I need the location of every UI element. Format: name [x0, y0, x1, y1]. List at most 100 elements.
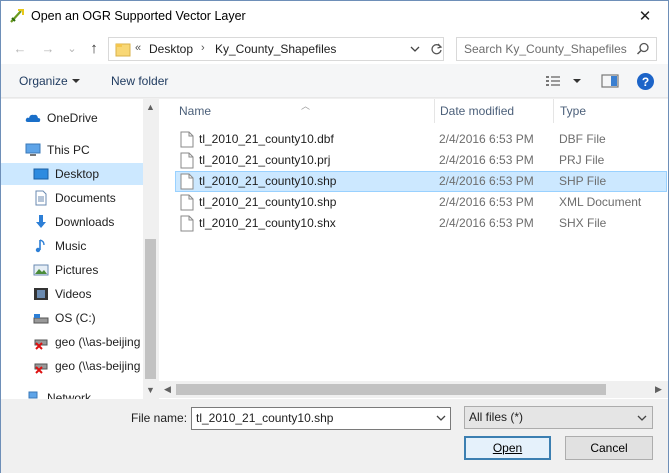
sidebar-item-network[interactable]: Network: [1, 387, 143, 399]
breadcrumb-separator-icon: ›: [201, 42, 205, 54]
chevron-down-icon: [637, 415, 647, 421]
search-icon[interactable]: [636, 42, 650, 56]
file-type: PRJ File: [559, 153, 605, 167]
help-icon[interactable]: ?: [637, 73, 654, 90]
file-name-label: File name:: [131, 411, 188, 425]
forward-button[interactable]: →: [39, 40, 57, 56]
sidebar-item-desktop[interactable]: Desktop: [1, 163, 143, 185]
sidebar-item-label: Pictures: [55, 263, 99, 277]
desktop-icon: [33, 168, 49, 180]
sidebar-scroll-thumb[interactable]: [145, 239, 156, 379]
pictures-icon: [33, 264, 49, 276]
sidebar-item-label: This PC: [47, 143, 90, 157]
scroll-down-icon[interactable]: ▼: [143, 382, 158, 397]
computer-icon: [25, 143, 41, 156]
window-title: Open an OGR Supported Vector Layer: [31, 9, 246, 23]
sidebar-item-network-drive-2[interactable]: geo (\\as-beijing: [1, 355, 143, 377]
sidebar-item-os-drive[interactable]: OS (C:): [1, 307, 143, 329]
cancel-button[interactable]: Cancel: [565, 436, 653, 460]
file-date: 2/4/2016 6:53 PM: [439, 216, 534, 230]
scroll-up-icon[interactable]: ▲: [143, 99, 158, 114]
view-options-icon[interactable]: [545, 74, 563, 88]
breadcrumb-overflow[interactable]: «: [135, 42, 141, 54]
refresh-icon: [430, 43, 442, 54]
folder-icon: [115, 43, 131, 57]
scroll-left-icon[interactable]: ◀: [160, 382, 175, 397]
sidebar-item-onedrive[interactable]: OneDrive: [1, 107, 143, 129]
dialog-footer: File name: tl_2010_21_county10.shp All f…: [1, 399, 668, 473]
file-date: 2/4/2016 6:53 PM: [439, 195, 534, 209]
column-header-date[interactable]: Date modified: [435, 99, 553, 123]
file-type: SHP File: [559, 174, 607, 188]
address-dropdown-icon[interactable]: [409, 42, 421, 56]
sidebar-item-label: geo (\\as-beijing: [55, 359, 141, 373]
sidebar-item-label: Videos: [55, 287, 92, 301]
file-name: tl_2010_21_county10.shp: [199, 195, 337, 209]
cancel-button-label: Cancel: [590, 441, 628, 455]
file-name: tl_2010_21_county10.prj: [199, 153, 331, 167]
file-type-filter[interactable]: All files (*): [464, 406, 653, 429]
breadcrumb-ky-county[interactable]: Ky_County_Shapefiles: [215, 42, 336, 56]
address-bar[interactable]: « Desktop › Ky_County_Shapefiles: [108, 37, 444, 61]
new-folder-button[interactable]: New folder: [111, 74, 168, 88]
sidebar-item-label: Desktop: [55, 167, 100, 181]
sidebar-item-downloads[interactable]: Downloads: [1, 211, 143, 233]
sidebar-item-videos[interactable]: Videos: [1, 283, 143, 305]
file-name: tl_2010_21_county10.dbf: [199, 132, 334, 146]
horizontal-scroll-thumb[interactable]: [176, 384, 606, 395]
recent-locations-button[interactable]: ⌄: [63, 40, 81, 56]
network-icon: [28, 391, 38, 399]
column-header-label: Name: [179, 104, 212, 118]
refresh-button[interactable]: [427, 40, 445, 58]
cloud-icon: [25, 114, 41, 122]
up-arrow-icon: ↑: [90, 39, 98, 57]
breadcrumb-desktop[interactable]: Desktop: [149, 42, 193, 56]
file-open-dialog: Open an OGR Supported Vector Layer ✕ ← →…: [0, 0, 669, 473]
file-row[interactable]: tl_2010_21_county10.shp 2/4/2016 6:53 PM…: [175, 192, 667, 213]
sidebar-item-network-drive-1[interactable]: geo (\\as-beijing: [1, 331, 143, 353]
search-box[interactable]: Search Ky_County_Shapefiles: [456, 37, 657, 61]
back-button[interactable]: ←: [11, 40, 29, 56]
file-date: 2/4/2016 6:53 PM: [439, 132, 534, 146]
title-bar: Open an OGR Supported Vector Layer ✕: [1, 1, 668, 32]
column-header-label: Date modified: [440, 104, 515, 118]
file-row[interactable]: tl_2010_21_county10.prj 2/4/2016 6:53 PM…: [175, 150, 667, 171]
documents-icon: [35, 190, 47, 206]
sidebar-scrollbar[interactable]: ▲ ▼: [143, 99, 158, 399]
chevron-down-icon[interactable]: [436, 414, 446, 422]
network-drive-icon: [34, 339, 48, 350]
horizontal-scrollbar[interactable]: ◀ ▶: [159, 381, 668, 398]
file-type: XML Document: [559, 195, 642, 209]
column-header-type[interactable]: Type: [554, 99, 664, 123]
open-button[interactable]: Open: [464, 436, 551, 460]
file-name-value: tl_2010_21_county10.shp: [196, 411, 334, 425]
chevron-down-icon: ⌄: [67, 42, 77, 55]
sidebar-item-this-pc[interactable]: This PC: [1, 139, 143, 161]
file-row-selected[interactable]: tl_2010_21_county10.shp 2/4/2016 6:53 PM…: [175, 171, 667, 192]
preview-pane-icon[interactable]: [601, 74, 619, 88]
file-type: SHX File: [559, 216, 607, 230]
music-icon: [35, 239, 45, 253]
network-drive-icon: [34, 363, 48, 374]
sidebar-item-pictures[interactable]: Pictures: [1, 259, 143, 281]
close-button[interactable]: ✕: [623, 1, 667, 31]
qgis-app-icon: [10, 9, 24, 23]
command-bar: Organize New folder ?: [1, 64, 668, 98]
file-name-field[interactable]: tl_2010_21_county10.shp: [191, 407, 451, 430]
file-row[interactable]: tl_2010_21_county10.shx 2/4/2016 6:53 PM…: [175, 213, 667, 234]
search-placeholder: Search Ky_County_Shapefiles: [464, 42, 627, 56]
file-name: tl_2010_21_county10.shx: [199, 216, 336, 230]
navigation-pane: OneDrive This PC Desktop Documents Downl…: [1, 99, 158, 399]
downloads-icon: [36, 215, 46, 228]
up-button[interactable]: ↑: [85, 39, 103, 57]
view-caret-icon[interactable]: [573, 79, 581, 83]
organize-button[interactable]: Organize: [19, 74, 68, 88]
sidebar-item-music[interactable]: Music: [1, 235, 143, 257]
scroll-right-icon[interactable]: ▶: [651, 382, 666, 397]
sidebar-item-documents[interactable]: Documents: [1, 187, 143, 209]
file-icon: [180, 194, 194, 211]
open-button-label: Open: [492, 441, 523, 455]
file-row[interactable]: tl_2010_21_county10.dbf 2/4/2016 6:53 PM…: [175, 129, 667, 150]
column-header-name[interactable]: Name: [175, 99, 433, 123]
file-icon: [180, 173, 194, 190]
